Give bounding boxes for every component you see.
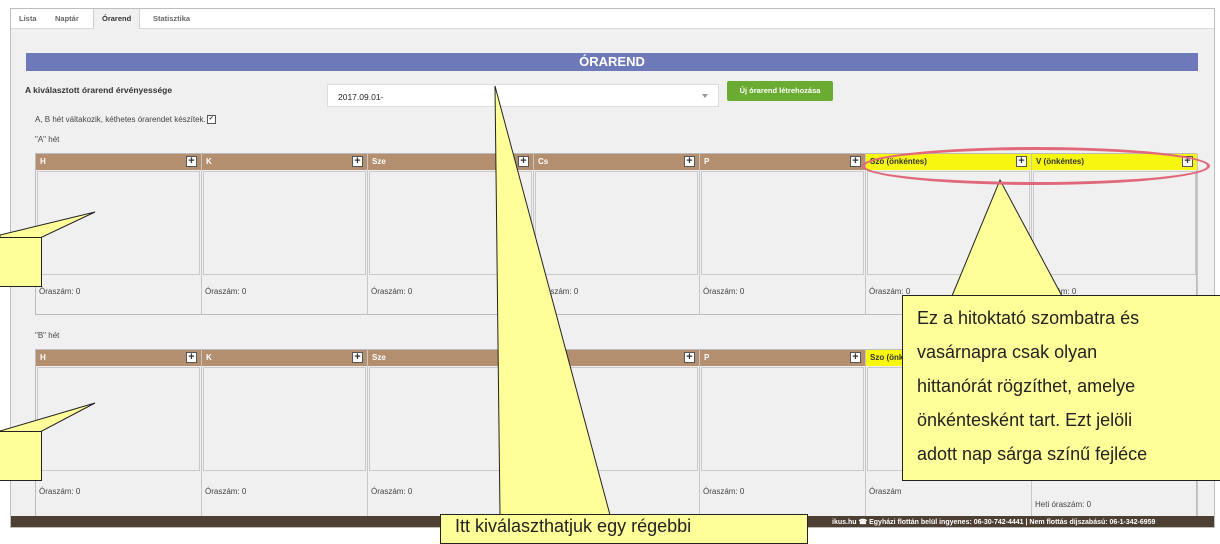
weekend-callout-pointer xyxy=(951,178,1063,297)
select-callout: Itt kiválaszthatjuk egy régebbi xyxy=(440,514,808,544)
select-callout-line: Itt kiválaszthatjuk egy régebbi xyxy=(455,516,692,536)
weekend-callout-line: Ez a hitoktató szombatra és xyxy=(917,308,1140,328)
weekend-callout-line: vasárnapra csak olyan xyxy=(917,342,1098,362)
volunteer-days-highlight xyxy=(862,147,1210,185)
left-callout-box-top xyxy=(0,237,42,287)
weekend-callout-line: önkéntesként tart. Ezt jelöli xyxy=(917,410,1133,430)
weekend-callout: Ez a hitoktató szombatra és vasárnapra c… xyxy=(902,295,1220,481)
weekend-callout-line: adott nap sárga színű fejléce xyxy=(917,444,1148,464)
select-callout-pointer xyxy=(494,85,611,516)
weekend-callout-line: hittanórát rögzíthet, amelye xyxy=(917,376,1136,396)
left-callout-pointer-bottom xyxy=(0,402,96,433)
left-callout-pointer-top xyxy=(0,211,96,239)
left-callout-box-bottom xyxy=(0,431,42,481)
